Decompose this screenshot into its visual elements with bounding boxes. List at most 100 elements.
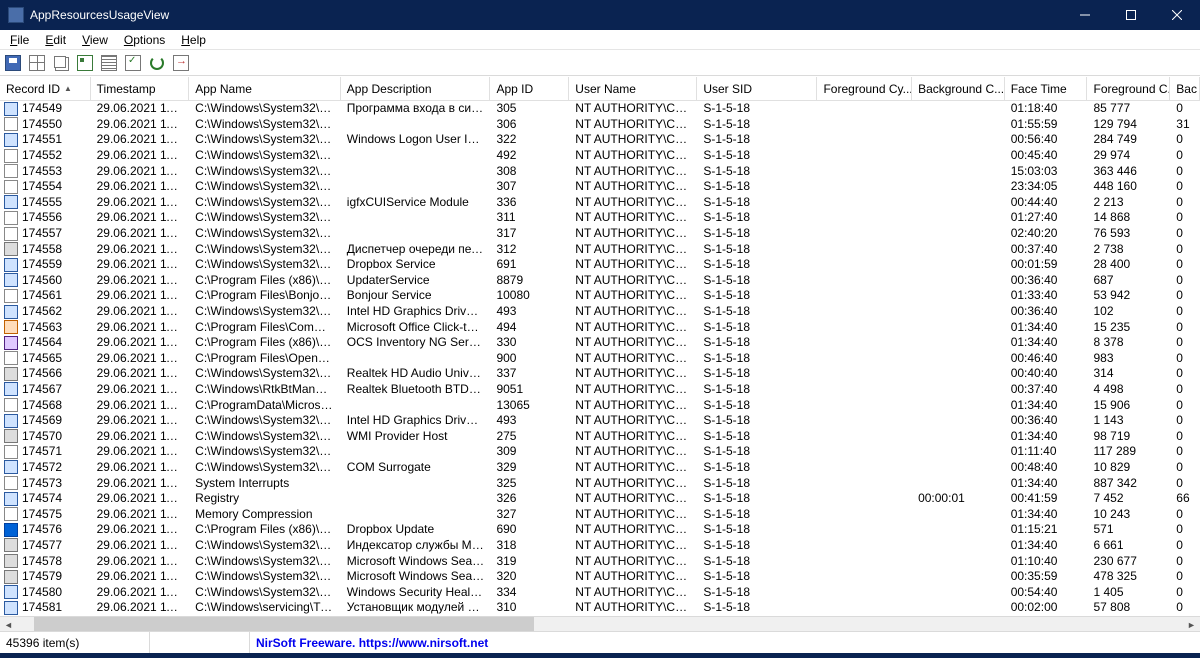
column-header-2[interactable]: App Name: [189, 77, 341, 100]
table-row[interactable]: 17456329.06.2021 11:57:00C:\Program File…: [0, 319, 1200, 335]
table-row[interactable]: 17456929.06.2021 11:57:00C:\Windows\Syst…: [0, 413, 1200, 429]
cell: 687: [1088, 273, 1171, 288]
cell: 448 160: [1088, 179, 1171, 194]
table-row[interactable]: 17457029.06.2021 11:57:00C:\Windows\Syst…: [0, 428, 1200, 444]
table-row[interactable]: 17458029.06.2021 11:57:00C:\Windows\Syst…: [0, 584, 1200, 600]
column-header-6[interactable]: User SID: [697, 77, 817, 100]
column-header-7[interactable]: Foreground Cy...: [817, 77, 912, 100]
table-row[interactable]: 17456029.06.2021 11:57:00C:\Program File…: [0, 273, 1200, 289]
table-row[interactable]: 17457929.06.2021 11:57:00C:\Windows\Syst…: [0, 569, 1200, 585]
column-header-8[interactable]: Background C...: [912, 77, 1005, 100]
table-row[interactable]: 17455229.06.2021 11:57:00C:\Windows\Syst…: [0, 148, 1200, 164]
menu-help[interactable]: Help: [173, 31, 214, 49]
column-header-11[interactable]: Bac: [1170, 77, 1200, 100]
table-row[interactable]: 17456529.06.2021 11:57:00C:\Program File…: [0, 351, 1200, 367]
cell: 29 974: [1088, 148, 1171, 163]
column-header-10[interactable]: Foreground C...: [1087, 77, 1170, 100]
close-button[interactable]: [1154, 0, 1200, 30]
table-row[interactable]: 17456129.06.2021 11:57:00C:\Program File…: [0, 288, 1200, 304]
table-row[interactable]: 17457829.06.2021 11:57:00C:\Windows\Syst…: [0, 553, 1200, 569]
cell: C:\Program Files\Bonjour\mD...: [189, 288, 341, 303]
cell: 571: [1088, 522, 1171, 537]
table-row[interactable]: 17457429.06.2021 11:57:00Registry326NT A…: [0, 491, 1200, 507]
save-button[interactable]: [2, 52, 24, 74]
menu-options[interactable]: Options: [116, 31, 173, 49]
table-row[interactable]: 17455629.06.2021 11:57:00C:\Windows\Syst…: [0, 210, 1200, 226]
table-row[interactable]: 17455929.06.2021 11:57:00C:\Windows\Syst…: [0, 257, 1200, 273]
menu-view[interactable]: View: [74, 31, 116, 49]
row-icon: [4, 180, 18, 194]
table-row[interactable]: 17455429.06.2021 11:57:00C:\Windows\Syst…: [0, 179, 1200, 195]
minimize-button[interactable]: [1062, 0, 1108, 30]
cell: 29.06.2021 11:57:00: [91, 148, 190, 163]
cell: 983: [1088, 351, 1171, 366]
cell: Dropbox Service: [341, 257, 491, 272]
table-row[interactable]: 17454929.06.2021 11:57:00C:\Windows\Syst…: [0, 101, 1200, 117]
menu-file[interactable]: File: [2, 31, 37, 49]
tree-button[interactable]: [74, 52, 96, 74]
row-icon: [4, 273, 18, 287]
maximize-button[interactable]: [1108, 0, 1154, 30]
cell: 174551: [0, 132, 91, 147]
table-row[interactable]: 17455329.06.2021 11:57:00C:\Windows\Syst…: [0, 163, 1200, 179]
table-row[interactable]: 17457229.06.2021 11:57:00C:\Windows\Syst…: [0, 460, 1200, 476]
scroll-left-arrow[interactable]: ◄: [0, 616, 17, 631]
cell: 174552: [0, 148, 91, 163]
table-row[interactable]: 17455029.06.2021 11:57:00C:\Windows\Syst…: [0, 117, 1200, 133]
cell: 336: [490, 195, 569, 210]
cell: NT AUTHORITY\СИСТЕ...: [569, 304, 697, 319]
grid-body[interactable]: 17454929.06.2021 11:57:00C:\Windows\Syst…: [0, 101, 1200, 616]
options-button[interactable]: [122, 52, 144, 74]
column-header-9[interactable]: Face Time: [1005, 77, 1088, 100]
cell: 174573: [0, 476, 91, 491]
column-header-5[interactable]: User Name: [569, 77, 697, 100]
row-icon: [4, 258, 18, 272]
cell: 01:34:40: [1005, 320, 1088, 335]
table-row[interactable]: 17457729.06.2021 11:57:00C:\Windows\Syst…: [0, 538, 1200, 554]
cell: 00:45:40: [1005, 148, 1088, 163]
cell: 29.06.2021 11:57:00: [91, 585, 190, 600]
status-link[interactable]: NirSoft Freeware. https://www.nirsoft.ne…: [250, 632, 1200, 653]
cell: 174562: [0, 304, 91, 319]
horizontal-scrollbar[interactable]: ◄ ►: [0, 616, 1200, 631]
table-button[interactable]: [26, 52, 48, 74]
cell: 174550: [0, 117, 91, 132]
table-row[interactable]: 17456629.06.2021 11:57:00C:\Windows\Syst…: [0, 366, 1200, 382]
table-row[interactable]: 17457529.06.2021 11:57:00Memory Compress…: [0, 506, 1200, 522]
table-row[interactable]: 17457129.06.2021 11:57:00C:\Windows\Syst…: [0, 444, 1200, 460]
menu-edit[interactable]: Edit: [37, 31, 74, 49]
properties-button[interactable]: [98, 52, 120, 74]
cell: 493: [490, 304, 569, 319]
refresh-button[interactable]: [146, 52, 168, 74]
table-row[interactable]: 17457629.06.2021 11:57:00C:\Program File…: [0, 522, 1200, 538]
table-row[interactable]: 17455829.06.2021 11:57:00C:\Windows\Syst…: [0, 241, 1200, 257]
table-row[interactable]: 17456429.06.2021 11:57:00C:\Program File…: [0, 335, 1200, 351]
cell: 29.06.2021 11:57:00: [91, 101, 190, 116]
cell: NT AUTHORITY\СИСТЕ...: [569, 257, 697, 272]
table-row[interactable]: 17455729.06.2021 11:57:00C:\Windows\Syst…: [0, 226, 1200, 242]
cell: C:\Windows\System32\svcho...: [189, 117, 341, 132]
cell: 275: [490, 429, 569, 444]
table-row[interactable]: 17456729.06.2021 11:57:00C:\Windows\RtkB…: [0, 382, 1200, 398]
column-header-3[interactable]: App Description: [341, 77, 491, 100]
cell: S-1-5-18: [697, 398, 817, 413]
column-header-0[interactable]: Record ID▲: [0, 77, 91, 100]
scroll-thumb[interactable]: [34, 617, 534, 631]
column-header-1[interactable]: Timestamp: [91, 77, 190, 100]
cell: S-1-5-18: [697, 273, 817, 288]
cell: S-1-5-18: [697, 491, 817, 506]
cell: 310: [490, 600, 569, 615]
table-row[interactable]: 17455129.06.2021 11:57:00C:\Windows\Syst…: [0, 132, 1200, 148]
table-row[interactable]: 17457329.06.2021 11:57:00System Interrup…: [0, 475, 1200, 491]
column-header-4[interactable]: App ID: [490, 77, 569, 100]
cell: 174579: [0, 569, 91, 584]
copy-button[interactable]: [50, 52, 72, 74]
table-row[interactable]: 17455529.06.2021 11:57:00C:\Windows\Syst…: [0, 195, 1200, 211]
table-row[interactable]: 17456229.06.2021 11:57:00C:\Windows\Syst…: [0, 304, 1200, 320]
table-row[interactable]: 17456829.06.2021 11:57:00C:\ProgramData\…: [0, 397, 1200, 413]
cell: 29.06.2021 11:57:00: [91, 444, 190, 459]
scroll-right-arrow[interactable]: ►: [1183, 616, 1200, 631]
cell: 0: [1170, 398, 1200, 413]
exit-button[interactable]: [170, 52, 192, 74]
table-row[interactable]: 17458129.06.2021 11:57:00C:\Windows\serv…: [0, 600, 1200, 616]
